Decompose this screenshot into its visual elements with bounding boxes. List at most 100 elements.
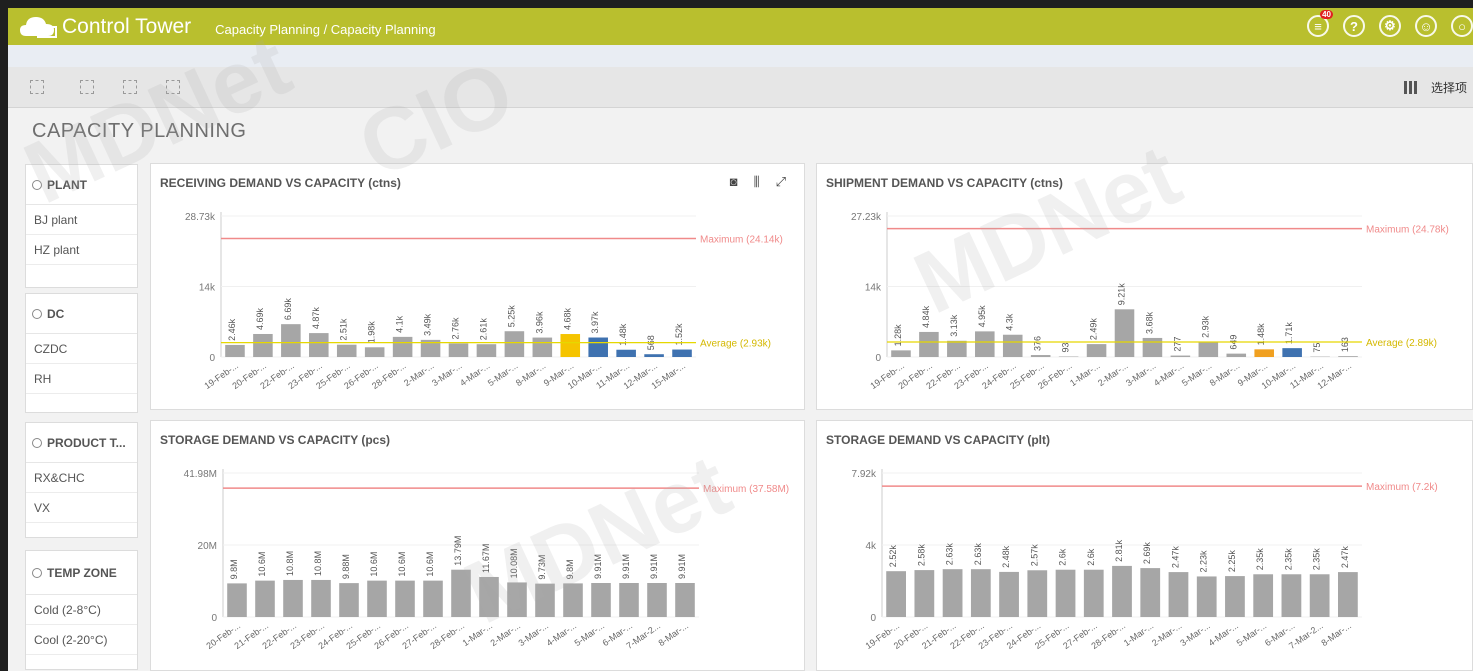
brand[interactable]: Control Tower — [8, 14, 191, 40]
bar — [1226, 353, 1247, 357]
selections-tool[interactable]: 选择项 — [1403, 79, 1467, 96]
bar — [367, 580, 387, 617]
data-label: 2.58k — [916, 544, 926, 567]
chart-title: STORAGE DEMAND VS CAPACITY (pcs) — [160, 433, 391, 447]
x-tick-label: 4-Mar-... — [1152, 360, 1186, 388]
bar — [1196, 576, 1217, 617]
max-label: Maximum (7.2k) — [1366, 482, 1438, 493]
bar — [1198, 341, 1219, 357]
x-tick-label: 3-Mar-... — [430, 360, 464, 388]
data-label: 9.73M — [537, 555, 547, 580]
filter-plant-item[interactable]: HZ plant — [26, 235, 137, 265]
filter-dc[interactable]: DC CZDC RH — [25, 293, 138, 413]
data-label: 9.8M — [229, 559, 239, 579]
storage-pcs-chart-panel[interactable]: 41.98M 20M 0 9.8M 20-Feb-... 10.6M 21-Feb-... 1… — [150, 420, 805, 671]
step-back-icon[interactable] — [80, 80, 94, 94]
top-icons: ≡ 40 ? ⚙ ☺ ○ — [1307, 10, 1473, 37]
filter-temp-zone-item[interactable]: Cold (2-8°C) — [26, 595, 137, 625]
bar — [891, 350, 911, 357]
bar — [1055, 569, 1076, 617]
explore-icon[interactable]: ⫼ — [754, 174, 760, 190]
bar — [395, 580, 415, 617]
toolbar: 选择项 — [8, 67, 1473, 108]
receiving-chart-panel[interactable]: 28.73k 14k 0 2.46k 19-Feb-... 4.69k 20-Feb-...… — [150, 163, 805, 410]
bar — [1253, 574, 1274, 617]
data-label: 93 — [1061, 343, 1071, 353]
smart-search-icon[interactable] — [30, 80, 44, 94]
bar — [1114, 309, 1135, 357]
data-label: 10.6M — [369, 552, 379, 577]
chart-svg: 7.92k4k02.52k19-Feb-...2.58k20-Feb-...2.… — [852, 469, 1438, 651]
filter-dc-item[interactable]: CZDC — [26, 334, 137, 364]
notification-icon[interactable]: ≡ 40 — [1307, 10, 1333, 37]
camera-icon[interactable]: ◙ — [730, 174, 738, 190]
data-label: 2.6k — [1086, 548, 1096, 566]
clear-selections-icon[interactable] — [166, 80, 180, 94]
bar — [588, 337, 608, 357]
x-tick-label: 2-Mar-... — [402, 360, 436, 388]
filter-product-type-title: PRODUCT T... — [47, 435, 126, 450]
filter-product-type-item[interactable]: RX&CHC — [26, 463, 137, 493]
filter-product-type[interactable]: PRODUCT T... RX&CHC VX — [25, 422, 138, 538]
bar — [1338, 572, 1358, 617]
bar — [914, 570, 935, 617]
bar — [942, 569, 963, 617]
data-label: 1.71k — [1284, 322, 1294, 345]
y-tick-label: 7.92k — [852, 469, 877, 480]
data-label: 163 — [1340, 337, 1350, 352]
x-tick-label: 1-Mar-... — [461, 620, 495, 648]
filter-temp-zone[interactable]: TEMP ZONE Cold (2-8°C) Cool (2-20°C) — [25, 550, 138, 670]
bar — [616, 349, 636, 357]
storage-plt-chart-panel[interactable]: 7.92k 4k 0 2.52k 19-Feb-... 2.58k 20-Feb-... 2.… — [816, 420, 1473, 671]
user-icon[interactable]: ☺ — [1415, 15, 1437, 37]
bar — [947, 340, 967, 357]
data-label: 75 — [1312, 343, 1322, 353]
data-label: 1.28k — [893, 324, 903, 347]
data-label: 277 — [1172, 337, 1182, 352]
settings-icon[interactable]: ⚙ — [1379, 15, 1401, 37]
x-tick-label: 2-Mar-... — [489, 620, 523, 648]
data-label: 2.35k — [1283, 548, 1293, 571]
data-label: 2.63k — [973, 543, 983, 566]
x-tick-label: 4-Mar-... — [458, 360, 492, 388]
bar — [364, 347, 385, 357]
filter-product-type-item[interactable]: VX — [26, 493, 137, 523]
data-label: 4.1k — [395, 315, 405, 333]
x-tick-label: 3-Mar-... — [517, 620, 551, 648]
expand-icon[interactable]: ⤢ — [776, 174, 786, 190]
help-icon[interactable]: ? — [1343, 15, 1365, 37]
bar — [1002, 334, 1023, 357]
bar — [672, 349, 692, 357]
data-label: 10.08M — [509, 548, 519, 578]
filter-plant-item[interactable]: BJ plant — [26, 205, 137, 235]
average-label: Average (2.93k) — [700, 339, 771, 350]
y-tick-label: 28.73k — [185, 212, 216, 223]
bar — [1282, 348, 1302, 357]
bar — [507, 582, 527, 617]
data-label: 2.57k — [1029, 544, 1039, 567]
x-tick-label: 3-Mar-... — [1178, 620, 1212, 648]
data-label: 2.52k — [888, 545, 898, 568]
bar — [644, 354, 664, 357]
y-tick-label: 20M — [198, 541, 217, 552]
filter-plant[interactable]: PLANT BJ plant HZ plant — [25, 164, 138, 288]
data-label: 4.95k — [977, 305, 987, 328]
filter-dc-item[interactable]: RH — [26, 364, 137, 394]
bar — [1338, 356, 1358, 357]
breadcrumb[interactable]: Capacity Planning / Capacity Planning — [215, 22, 435, 37]
power-icon[interactable]: ○ — [1451, 15, 1473, 37]
data-label: 2.47k — [1340, 546, 1350, 569]
filter-temp-zone-item[interactable]: Cool (2-20°C) — [26, 625, 137, 655]
bar — [283, 579, 303, 617]
x-tick-label: 1-Mar-... — [1068, 360, 1102, 388]
filter-temp-zone-header[interactable]: TEMP ZONE — [26, 551, 137, 595]
data-label: 2.23k — [1199, 550, 1209, 573]
bar — [479, 576, 499, 617]
data-label: 10.6M — [257, 552, 267, 577]
filter-plant-header[interactable]: PLANT — [26, 165, 137, 205]
shipment-chart-panel[interactable]: 27.23k 14k 0 1.28k 19-Feb-... 4.84k 20-Feb-...… — [816, 163, 1473, 410]
filter-product-type-header[interactable]: PRODUCT T... — [26, 423, 137, 463]
step-forward-icon[interactable] — [123, 80, 137, 94]
x-tick-label: 2-Mar-... — [1096, 360, 1130, 388]
filter-dc-header[interactable]: DC — [26, 294, 137, 334]
